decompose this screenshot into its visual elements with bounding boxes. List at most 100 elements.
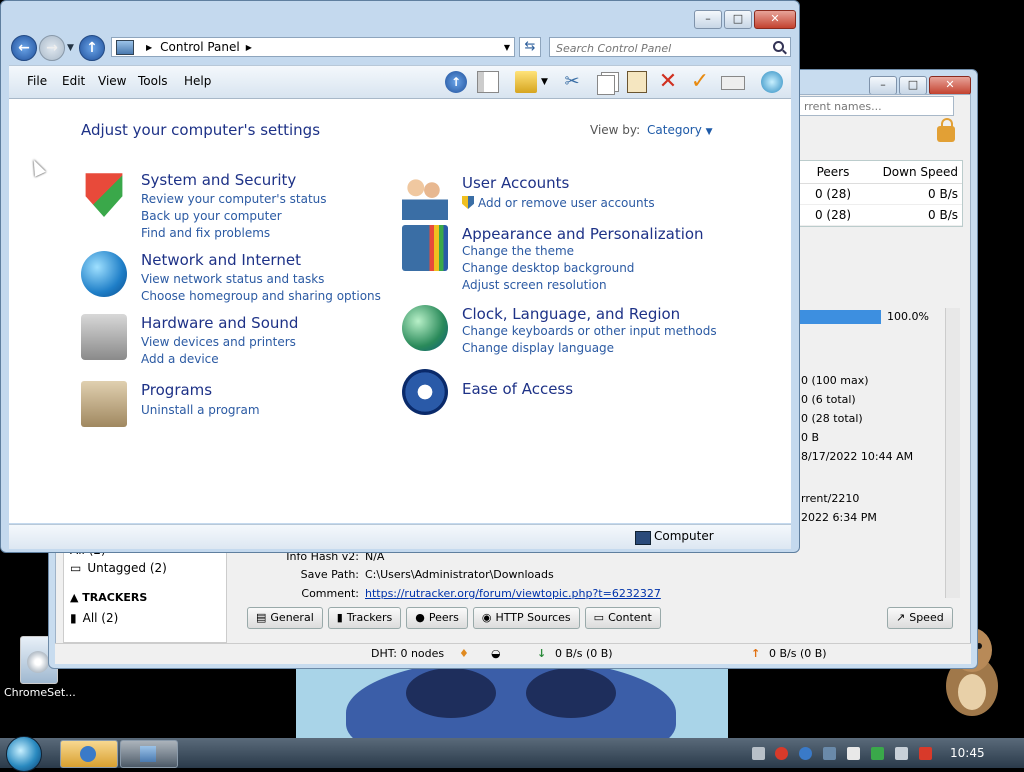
link-screen-resolution[interactable]: Adjust screen resolution <box>462 278 607 292</box>
close-button[interactable]: ✕ <box>929 76 971 95</box>
connection-status-icon[interactable]: ♦ <box>459 644 469 664</box>
tray-volume-muted-icon[interactable] <box>919 747 932 760</box>
view-by-dropdown[interactable]: Category ▼ <box>647 123 713 137</box>
clock-globe-icon[interactable] <box>402 305 448 351</box>
link-review-status[interactable]: Review your computer's status <box>141 192 327 206</box>
sidebar-item-untagged[interactable]: ▭ Untagged (2) <box>70 561 167 575</box>
tab-peers[interactable]: ● Peers <box>406 607 468 629</box>
link-back-up[interactable]: Back up your computer <box>141 209 282 223</box>
breadcrumb[interactable]: ▶ Control Panel ▶ ▼ <box>111 37 515 57</box>
properties-icon[interactable] <box>515 71 537 93</box>
tray-check-icon[interactable] <box>871 747 884 760</box>
category-title[interactable]: Hardware and Sound <box>141 314 298 332</box>
column-header-peers[interactable]: Peers <box>800 161 866 183</box>
breadcrumb-chevron-icon[interactable]: ▶ <box>246 43 252 52</box>
menu-help[interactable]: Help <box>184 74 211 88</box>
link-devices-printers[interactable]: View devices and printers <box>141 335 296 349</box>
search-box[interactable] <box>549 37 791 57</box>
menu-file[interactable]: File <box>27 74 47 88</box>
breadcrumb-chevron-icon[interactable]: ▶ <box>146 43 152 52</box>
link-homegroup[interactable]: Choose homegroup and sharing options <box>141 289 381 303</box>
link-add-device[interactable]: Add a device <box>141 352 219 366</box>
category-title[interactable]: Programs <box>141 381 212 399</box>
table-row[interactable]: 0 (28) 0 B/s <box>800 205 962 226</box>
link-keyboards[interactable]: Change keyboards or other input methods <box>462 324 717 338</box>
search-input[interactable] <box>554 39 768 57</box>
delete-icon[interactable]: ✕ <box>657 71 679 93</box>
minimize-button[interactable]: – <box>694 10 722 29</box>
copy-icon[interactable] <box>597 75 615 95</box>
users-icon[interactable] <box>402 174 448 220</box>
control-panel-window[interactable]: – □ ✕ ← → ▼ ↑ ▶ Control Panel ▶ ▼ ⇆ File… <box>0 0 800 553</box>
download-speed[interactable]: 0 B/s (0 B) <box>555 644 613 664</box>
taskbar-qbittorrent[interactable] <box>60 740 118 768</box>
category-title[interactable]: User Accounts <box>462 174 569 192</box>
torrent-table[interactable]: Peers Down Speed 0 (28) 0 B/s 0 (28) 0 B… <box>799 160 963 227</box>
globe-icon[interactable] <box>761 71 783 93</box>
menu-tools[interactable]: Tools <box>138 74 168 88</box>
maximize-button[interactable]: □ <box>724 10 752 29</box>
network-globe-icon[interactable] <box>81 251 127 297</box>
taskbar-clock[interactable]: 10:45 <box>950 746 985 760</box>
tab-http-sources[interactable]: ◉ HTTP Sources <box>472 607 580 629</box>
link-network-status[interactable]: View network status and tasks <box>141 272 324 286</box>
category-title[interactable]: Appearance and Personalization <box>462 225 704 243</box>
tray-network-icon[interactable] <box>823 747 836 760</box>
link-desktop-background[interactable]: Change desktop background <box>462 261 634 275</box>
start-button[interactable] <box>6 736 42 772</box>
tray-qbittorrent-icon[interactable] <box>799 747 812 760</box>
ease-of-access-icon[interactable] <box>402 369 448 415</box>
tray-display-icon[interactable] <box>895 747 908 760</box>
menu-view[interactable]: View <box>98 74 126 88</box>
link-uninstall[interactable]: Uninstall a program <box>141 403 260 417</box>
link-find-fix[interactable]: Find and fix problems <box>141 226 270 240</box>
link-display-language[interactable]: Change display language <box>462 341 614 355</box>
folders-pane-icon[interactable] <box>477 71 499 93</box>
address-dropdown-icon[interactable]: ▼ <box>504 43 510 52</box>
search-icon[interactable] <box>773 41 784 52</box>
tab-general[interactable]: ▤ General <box>247 607 323 629</box>
tab-speed[interactable]: ↗ Speed <box>887 607 953 629</box>
table-row[interactable]: 0 (28) 0 B/s <box>800 184 962 205</box>
tray-warning-icon[interactable] <box>775 747 788 760</box>
tab-trackers[interactable]: ▮ Trackers <box>327 607 402 629</box>
paste-icon[interactable] <box>627 71 647 93</box>
taskbar-control-panel[interactable] <box>120 740 178 768</box>
category-title[interactable]: Clock, Language, and Region <box>462 305 680 323</box>
tray-tools-icon[interactable] <box>752 747 765 760</box>
tab-content[interactable]: ▭ Content <box>584 607 661 629</box>
sidebar-item-trackers-all[interactable]: ▮ All (2) <box>70 611 118 625</box>
breadcrumb-control-panel[interactable]: Control Panel <box>160 40 240 54</box>
close-button[interactable]: ✕ <box>754 10 796 29</box>
maximize-button[interactable]: □ <box>899 76 927 95</box>
printer-icon[interactable] <box>81 314 127 360</box>
lock-icon[interactable] <box>937 118 955 142</box>
menu-edit[interactable]: Edit <box>62 74 85 88</box>
programs-icon[interactable] <box>81 381 127 427</box>
tray-document-icon[interactable] <box>847 747 860 760</box>
torrent-filter-input[interactable]: rrent names... <box>799 96 954 116</box>
refresh-button[interactable]: ⇆ <box>519 37 541 57</box>
link-add-remove-users[interactable]: Add or remove user accounts <box>462 196 655 210</box>
cut-icon[interactable]: ✂ <box>561 71 583 93</box>
recent-pages-dropdown[interactable]: ▼ <box>67 43 74 53</box>
forward-button[interactable]: → <box>39 35 65 61</box>
shield-icon[interactable] <box>85 173 123 217</box>
back-button[interactable]: ← <box>11 35 37 61</box>
rename-icon[interactable] <box>721 76 745 90</box>
comment-link[interactable]: https://rutracker.org/forum/viewtopic.ph… <box>365 587 661 600</box>
category-title[interactable]: Ease of Access <box>462 380 573 398</box>
link-change-theme[interactable]: Change the theme <box>462 244 574 258</box>
category-title[interactable]: System and Security <box>141 171 296 189</box>
up-folder-icon[interactable]: ↑ <box>445 71 467 93</box>
minimize-button[interactable]: – <box>869 76 897 95</box>
upload-speed[interactable]: 0 B/s (0 B) <box>769 644 827 664</box>
appearance-icon[interactable] <box>402 225 448 271</box>
category-title[interactable]: Network and Internet <box>141 251 301 269</box>
column-header-down-speed[interactable]: Down Speed <box>866 161 958 183</box>
up-button[interactable]: ↑ <box>79 35 105 61</box>
trackers-section-header[interactable]: ▲ TRACKERS <box>70 591 147 604</box>
properties-dropdown-icon[interactable]: ▼ <box>541 71 553 93</box>
speed-limit-icon[interactable]: ◒ <box>491 644 501 664</box>
undo-icon[interactable]: ✓ <box>689 71 711 93</box>
